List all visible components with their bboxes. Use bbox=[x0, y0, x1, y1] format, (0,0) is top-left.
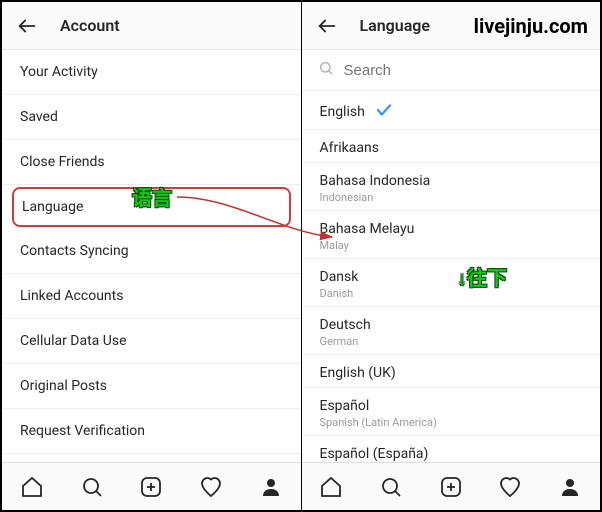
language-option[interactable]: Español (España) Spanish (Spain) bbox=[302, 436, 601, 462]
search-icon bbox=[318, 60, 334, 80]
profile-icon[interactable] bbox=[259, 475, 283, 499]
list-item[interactable]: Original Posts bbox=[2, 364, 301, 409]
home-icon[interactable] bbox=[319, 475, 343, 499]
language-name: Bahasa Indonesia bbox=[320, 173, 431, 189]
back-icon[interactable] bbox=[316, 15, 338, 37]
account-header: Account bbox=[2, 2, 301, 50]
search-icon[interactable] bbox=[379, 475, 403, 499]
language-native: Spanish (Latin America) bbox=[320, 416, 583, 429]
add-post-icon[interactable] bbox=[139, 475, 163, 499]
language-option[interactable]: Afrikaans bbox=[302, 130, 601, 163]
home-icon[interactable] bbox=[20, 475, 44, 499]
language-native: Danish bbox=[320, 287, 583, 300]
list-item[interactable]: Request Verification bbox=[2, 409, 301, 454]
language-screen: Language English Afrikaans Bahasa Indone… bbox=[302, 2, 601, 510]
language-name: English (UK) bbox=[320, 365, 396, 381]
list-item[interactable]: Close Friends bbox=[2, 140, 301, 185]
account-screen: Account Your Activity Saved Close Friend… bbox=[2, 2, 302, 510]
language-option[interactable]: Bahasa Melayu Malay bbox=[302, 211, 601, 259]
list-item[interactable]: Your Activity bbox=[2, 50, 301, 95]
language-name: English bbox=[320, 104, 365, 120]
language-option[interactable]: Dansk Danish bbox=[302, 259, 601, 307]
language-option[interactable]: Bahasa Indonesia Indonesian bbox=[302, 163, 601, 211]
list-item[interactable]: Contacts Syncing bbox=[2, 229, 301, 274]
search-input[interactable] bbox=[344, 62, 585, 79]
profile-icon[interactable] bbox=[558, 475, 582, 499]
language-option[interactable]: Español Spanish (Latin America) bbox=[302, 388, 601, 436]
page-title: Language bbox=[360, 16, 431, 35]
list-item[interactable]: Cellular Data Use bbox=[2, 319, 301, 364]
search-icon[interactable] bbox=[80, 475, 104, 499]
list-item[interactable]: Linked Accounts bbox=[2, 274, 301, 319]
language-name: Español (España) bbox=[320, 446, 429, 462]
bottom-nav bbox=[2, 462, 301, 510]
add-post-icon[interactable] bbox=[439, 475, 463, 499]
language-name: Deutsch bbox=[320, 317, 371, 333]
language-option[interactable]: English (UK) bbox=[302, 355, 601, 388]
language-native: Indonesian bbox=[320, 191, 583, 204]
language-list: English Afrikaans Bahasa Indonesia Indon… bbox=[302, 50, 601, 462]
activity-icon[interactable] bbox=[498, 475, 522, 499]
activity-icon[interactable] bbox=[199, 475, 223, 499]
language-option[interactable]: English bbox=[302, 91, 601, 130]
list-item[interactable]: Saved bbox=[2, 95, 301, 140]
language-name: Bahasa Melayu bbox=[320, 221, 415, 237]
list-item[interactable]: Posts You've Liked bbox=[2, 454, 301, 462]
bottom-nav bbox=[302, 462, 601, 510]
language-name: Dansk bbox=[320, 269, 359, 285]
page-title: Account bbox=[60, 16, 120, 35]
language-native: Malay bbox=[320, 239, 583, 252]
language-native: German bbox=[320, 335, 583, 348]
account-list: Your Activity Saved Close Friends Langua… bbox=[2, 50, 301, 462]
language-header: Language bbox=[302, 2, 601, 50]
check-icon bbox=[375, 101, 393, 123]
language-option[interactable]: Deutsch German bbox=[302, 307, 601, 355]
search-bar[interactable] bbox=[302, 50, 601, 91]
language-name: Afrikaans bbox=[320, 140, 379, 156]
language-name: Español bbox=[320, 398, 370, 414]
list-item-language[interactable]: Language bbox=[12, 187, 291, 227]
back-icon[interactable] bbox=[16, 15, 38, 37]
